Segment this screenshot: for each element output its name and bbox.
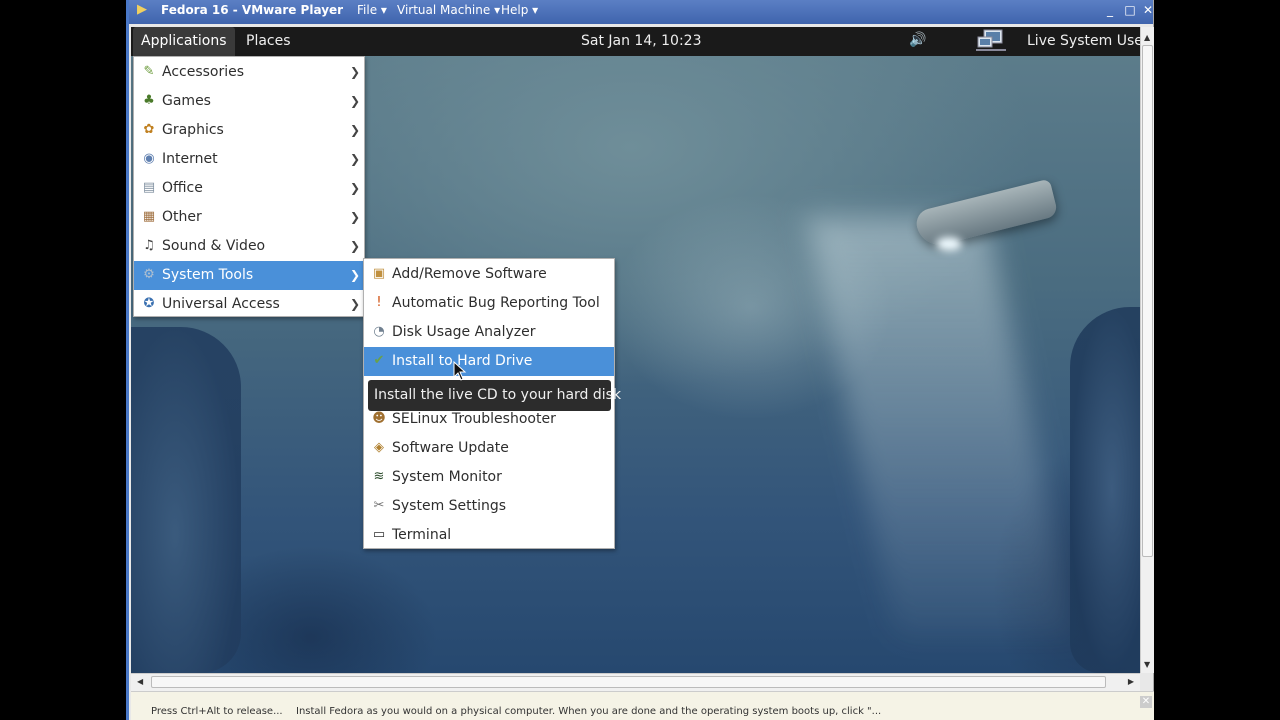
scroll-right-icon[interactable]: ▶ [1128, 677, 1134, 686]
wallpaper-rocks-left [131, 327, 241, 673]
submenu-arrow-icon: ❯ [349, 94, 360, 108]
menu-item-label: Internet [162, 151, 218, 167]
menu-item-label: Terminal [392, 527, 452, 543]
menu-item-label: Automatic Bug Reporting Tool [392, 295, 600, 311]
scroll-left-icon[interactable]: ◀ [137, 677, 143, 686]
internet-icon: ◉ [143, 151, 155, 166]
vmware-menu-file[interactable]: File ▾ [357, 3, 387, 17]
menu-item-label: System Tools [162, 267, 254, 283]
games-icon: ♣ [143, 93, 155, 108]
submenu-arrow-icon: ❯ [349, 239, 360, 253]
menu-item-graphics[interactable]: ✿ Graphics ❯ [134, 116, 364, 145]
wallpaper-light-beam [806, 217, 1076, 637]
system-monitor-icon: ≋ [373, 469, 385, 484]
add-remove-software-icon: ▣ [372, 266, 386, 281]
submenu-arrow-icon: ❯ [349, 65, 360, 79]
install-hint: Install Fedora as you would on a physica… [296, 706, 882, 717]
menu-item-games[interactable]: ♣ Games ❯ [134, 87, 364, 116]
release-hint: Press Ctrl+Alt to release... [151, 706, 283, 717]
wallpaper-rocks-right [1070, 307, 1140, 673]
menu-item-label: Disk Usage Analyzer [392, 324, 536, 340]
volume-icon[interactable]: 🔊 [909, 32, 926, 48]
install-to-hard-drive-icon: ✔ [373, 353, 385, 368]
menu-item-sound-and-video[interactable]: ♫ Sound & Video ❯ [134, 232, 364, 261]
system-tools-icon: ⚙ [143, 267, 155, 282]
mouse-cursor-icon [453, 361, 467, 381]
close-icon[interactable]: ✕ [1141, 3, 1155, 17]
maximize-icon[interactable]: □ [1123, 3, 1137, 17]
menu-item-accessories[interactable]: ✎ Accessories ❯ [134, 58, 364, 87]
menu-item-terminal[interactable]: ▭ Terminal [364, 521, 614, 550]
menu-item-label: Games [162, 93, 211, 109]
menu-item-label: Software Update [392, 440, 509, 456]
menu-item-system-settings[interactable]: ✂ System Settings [364, 492, 614, 521]
disk-usage-analyzer-icon: ◔ [373, 324, 385, 339]
menu-item-office[interactable]: ▤ Office ❯ [134, 174, 364, 203]
submenu-arrow-icon: ❯ [349, 152, 360, 166]
places-menu-button[interactable]: Places [238, 27, 299, 56]
menu-item-label: Office [162, 180, 203, 196]
menu-item-other[interactable]: ▦ Other ❯ [134, 203, 364, 232]
menu-item-add-remove-software[interactable]: ▣ Add/Remove Software [364, 260, 614, 289]
system-settings-icon: ✂ [373, 498, 385, 513]
software-update-icon: ◈ [374, 440, 384, 455]
menu-item-label: System Settings [392, 498, 507, 514]
menu-item-label: Other [162, 209, 202, 225]
menu-item-system-tools[interactable]: ⚙ System Tools ❯ [134, 261, 364, 290]
vmware-menu-virtual-machine[interactable]: Virtual Machine ▾ [397, 3, 500, 17]
menu-item-label: Universal Access [162, 296, 280, 312]
scroll-down-icon[interactable]: ▼ [1144, 660, 1150, 669]
wallpaper-ship-light [936, 237, 962, 251]
menu-item-install-to-hard-drive[interactable]: ✔ Install to Hard Drive [364, 347, 614, 376]
network-icon[interactable] [976, 29, 1006, 53]
other-icon: ▦ [142, 209, 156, 224]
terminal-icon: ▭ [372, 527, 386, 542]
user-menu[interactable]: Live System User [1027, 27, 1140, 56]
sound-and-video-icon: ♫ [143, 238, 155, 253]
menu-item-label: Graphics [162, 122, 224, 138]
applications-menu-button[interactable]: Applications [133, 27, 235, 56]
automatic-bug-reporting-tool-icon: ! [376, 295, 382, 310]
vertical-scroll-thumb[interactable] [1142, 45, 1153, 557]
hint-close-icon[interactable]: ✕ [1140, 696, 1152, 708]
top-panel: Applications Places Sat Jan 14, 10:23 🔊 … [131, 27, 1140, 56]
horizontal-scroll-thumb[interactable] [151, 676, 1106, 688]
menu-item-internet[interactable]: ◉ Internet ❯ [134, 145, 364, 174]
submenu-arrow-icon: ❯ [349, 181, 360, 195]
vmware-titlebar: ▶ Fedora 16 - VMware Player File ▾ Virtu… [129, 0, 1153, 24]
panel-clock[interactable]: Sat Jan 14, 10:23 [581, 27, 702, 56]
vmware-hint-bar: Press Ctrl+Alt to release... Install Fed… [131, 691, 1154, 720]
selinux-troubleshooter-icon: ☻ [372, 411, 386, 426]
graphics-icon: ✿ [143, 122, 155, 137]
minimize-icon[interactable]: _ [1103, 3, 1117, 17]
vmware-window-title: Fedora 16 - VMware Player [161, 3, 344, 17]
menu-item-label: Accessories [162, 64, 245, 80]
menu-item-automatic-bug-reporting-tool[interactable]: ! Automatic Bug Reporting Tool [364, 289, 614, 318]
vmware-menu-help[interactable]: Help ▾ [501, 3, 538, 17]
submenu-arrow-icon: ❯ [349, 123, 360, 137]
office-icon: ▤ [142, 180, 156, 195]
menu-item-disk-usage-analyzer[interactable]: ◔ Disk Usage Analyzer [364, 318, 614, 347]
menu-item-system-monitor[interactable]: ≋ System Monitor [364, 463, 614, 492]
submenu-arrow-icon: ❯ [349, 297, 360, 311]
vertical-scrollbar[interactable]: ▲ ▼ [1140, 27, 1154, 673]
menu-item-label: Sound & Video [162, 238, 266, 254]
universal-access-icon: ✪ [143, 296, 155, 311]
menu-item-label: System Monitor [392, 469, 502, 485]
tooltip: Install the live CD to your hard disk [368, 380, 621, 411]
horizontal-scrollbar[interactable]: ◀ ▶ [131, 673, 1140, 691]
menu-item-label: Add/Remove Software [392, 266, 547, 282]
submenu-arrow-icon: ❯ [349, 268, 360, 282]
accessories-icon: ✎ [143, 64, 155, 79]
applications-menu: ✎ Accessories ❯ ♣ Games ❯ ✿ Graphics ❯ ◉ Internet ❯… [133, 56, 365, 317]
vmware-app-icon: ▶ [137, 2, 147, 17]
menu-item-universal-access[interactable]: ✪ Universal Access ❯ [134, 290, 364, 319]
submenu-arrow-icon: ❯ [349, 210, 360, 224]
menu-item-software-update[interactable]: ◈ Software Update [364, 434, 614, 463]
scroll-up-icon[interactable]: ▲ [1144, 33, 1150, 42]
gnome-desktop[interactable]: Applications Places Sat Jan 14, 10:23 🔊 … [131, 27, 1140, 673]
